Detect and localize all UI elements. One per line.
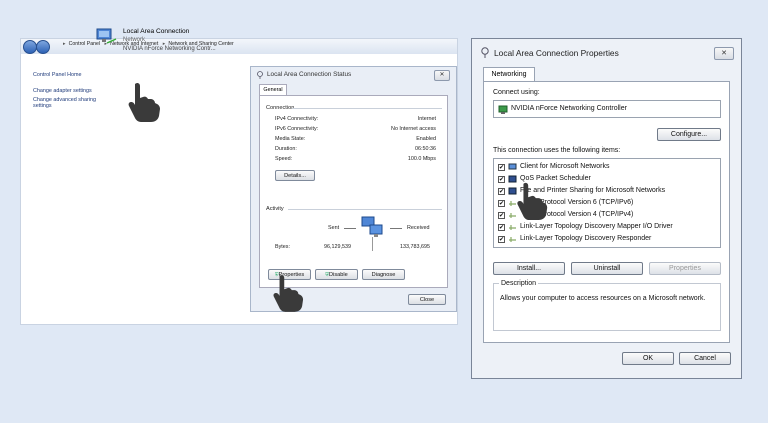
disable-button[interactable]: ⛨Disable: [315, 269, 358, 280]
control-panel-home-link[interactable]: Control Panel Home: [33, 72, 82, 78]
list-item[interactable]: Client for Microsoft Networks: [520, 163, 609, 170]
list-item[interactable]: Protocol Version 4 (TCP/IPv4): [540, 211, 633, 218]
left-navigation-pane: Control Panel Home Change adapter settin…: [21, 54, 103, 324]
bytes-label: Bytes:: [275, 244, 290, 250]
duration-value: 06:50:36: [415, 146, 436, 152]
connection-properties-dialog: Local Area Connection Properties ✕ Netwo…: [471, 38, 742, 379]
divider: [390, 228, 402, 229]
uninstall-button[interactable]: Uninstall: [571, 262, 643, 275]
item-checkbox[interactable]: ✔: [498, 212, 505, 219]
network-icon: [481, 47, 489, 58]
protocol-icon: [509, 237, 516, 242]
close-button[interactable]: Close: [408, 294, 446, 305]
duration-label: Duration:: [275, 146, 297, 152]
hand-pointer-icon: [517, 182, 548, 220]
disable-button-label: Disable: [329, 272, 348, 278]
item-checkbox[interactable]: ✔: [498, 176, 505, 183]
forward-arrow-icon[interactable]: [36, 40, 50, 54]
adapter-name: NVIDIA nForce Networking Controller: [511, 105, 627, 112]
divider: [292, 108, 442, 109]
connect-using-label: Connect using:: [493, 89, 540, 96]
ipv4-value: Internet: [417, 116, 436, 122]
adapter-field: NVIDIA nForce Networking Controller: [493, 100, 721, 118]
install-button[interactable]: Install...: [493, 262, 565, 275]
ipv6-value: No Internet access: [391, 126, 436, 132]
hand-pointer-icon: [128, 82, 160, 122]
list-item[interactable]: Link-Layer Topology Discovery Responder: [520, 235, 651, 242]
media-state-label: Media State:: [275, 136, 306, 142]
list-item[interactable]: Link-Layer Topology Discovery Mapper I/O…: [520, 223, 673, 230]
change-advanced-sharing-link[interactable]: Change advanced sharing settings: [33, 97, 99, 109]
address-bar[interactable]: ▸ Control Panel ▸ Network and Internet ▸ Ne…: [21, 39, 457, 55]
item-checkbox[interactable]: ✔: [498, 164, 505, 171]
activity-group-label: Activity: [266, 206, 284, 212]
connection-network-label: Network: [123, 37, 146, 43]
details-button[interactable]: Details...: [275, 170, 315, 181]
list-item[interactable]: Protocol Version 6 (TCP/IPv6): [540, 199, 633, 206]
back-arrow-icon[interactable]: [23, 40, 37, 54]
close-icon[interactable]: ✕: [434, 70, 450, 81]
item-checkbox[interactable]: ✔: [498, 224, 505, 231]
bytes-received-value: 133,783,695: [400, 244, 430, 250]
speed-label: Speed:: [275, 156, 293, 162]
description-text: Allows your computer to access resources…: [500, 295, 706, 302]
close-icon[interactable]: ✕: [714, 47, 734, 60]
status-general-panel: Connection IPv4 Connectivity: Internet I…: [259, 95, 448, 288]
connection-title[interactable]: Local Area Connection: [123, 28, 189, 35]
divider: [372, 237, 373, 251]
change-adapter-settings-link[interactable]: Change adapter settings: [33, 88, 92, 94]
description-group: Description Allows your computer to acce…: [493, 280, 721, 331]
speed-value: 100.0 Mbps: [407, 156, 436, 162]
diagnose-button[interactable]: Diagnose: [362, 269, 405, 280]
divider: [288, 209, 442, 210]
item-checkbox[interactable]: ✔: [498, 188, 505, 195]
list-item[interactable]: QoS Packet Scheduler: [520, 175, 591, 182]
sent-label: Sent: [328, 225, 340, 231]
network-adapter-icon: [498, 105, 508, 114]
item-checkbox[interactable]: ✔: [498, 236, 505, 243]
tab-networking[interactable]: Networking: [483, 67, 535, 82]
properties-dialog-title: Local Area Connection Properties: [494, 48, 619, 58]
ipv6-label: IPv6 Connectivity:: [275, 126, 319, 132]
item-properties-button[interactable]: Properties: [649, 262, 721, 275]
cancel-button[interactable]: Cancel: [679, 352, 731, 365]
activity-computers-icon: [361, 216, 383, 237]
connection-device-label: NVIDIA nForce Networking Contr...: [123, 46, 216, 52]
item-checkbox[interactable]: ✔: [498, 200, 505, 207]
protocol-icon: [509, 225, 516, 230]
hand-pointer-icon: [273, 275, 304, 312]
ok-button[interactable]: OK: [622, 352, 674, 365]
connection-group-label: Connection: [266, 105, 295, 111]
network-adapter-icon[interactable]: [95, 27, 117, 47]
network-icon: [257, 71, 263, 79]
received-label: Received: [407, 225, 430, 231]
items-label: This connection uses the following items…: [493, 147, 621, 154]
status-dialog-title: Local Area Connection Status: [267, 71, 352, 78]
configure-button[interactable]: Configure...: [657, 128, 721, 141]
divider: [344, 228, 356, 229]
bytes-sent-value: 96,129,539: [324, 244, 351, 250]
ipv4-label: IPv4 Connectivity:: [275, 116, 319, 122]
media-state-value: Enabled: [416, 136, 436, 142]
description-label: Description: [499, 280, 539, 287]
client-icon: [508, 163, 517, 170]
